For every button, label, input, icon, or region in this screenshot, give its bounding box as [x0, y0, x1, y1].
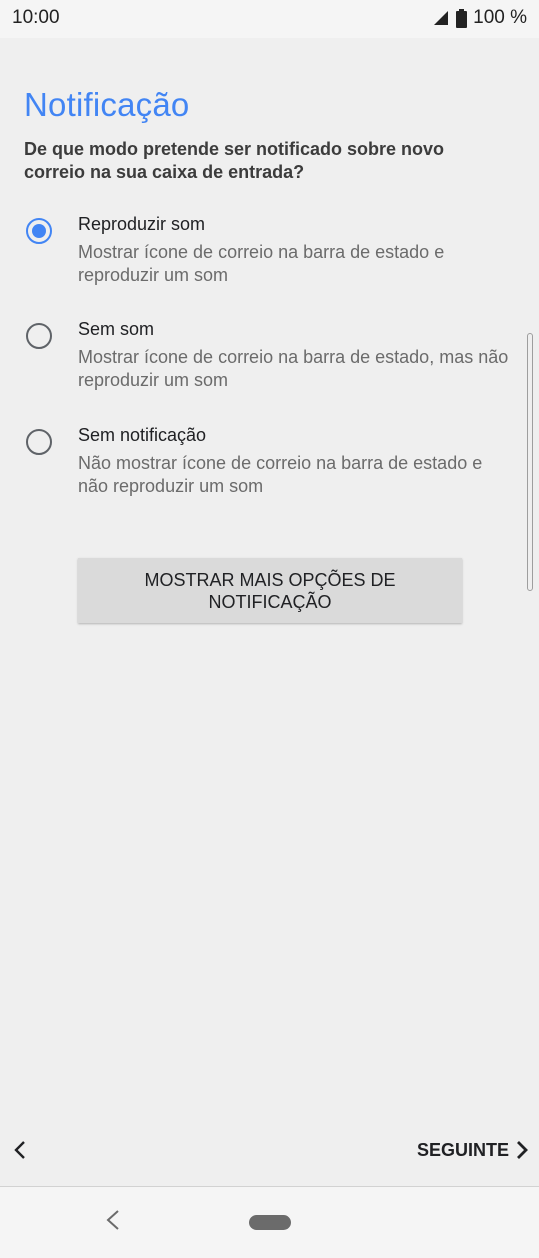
next-button[interactable]: SEGUINTE	[417, 1136, 529, 1164]
status-icons: 100 %	[432, 7, 527, 29]
next-label: SEGUINTE	[416, 1139, 509, 1160]
status-time: 10:00	[12, 7, 60, 28]
option-label: Sem notificação	[78, 425, 207, 445]
option-description: Não mostrar ícone de correio na barra de…	[78, 453, 483, 496]
system-home-icon[interactable]	[249, 1215, 291, 1230]
radio-checked-icon[interactable]	[26, 218, 52, 244]
system-back-icon[interactable]	[100, 1207, 126, 1233]
signal-icon	[432, 10, 450, 26]
status-bar: 10:00 100 %	[0, 0, 539, 38]
scrollbar[interactable]	[527, 333, 533, 591]
option-label: Reproduzir som	[78, 214, 206, 234]
option-description: Mostrar ícone de correio na barra de est…	[78, 347, 509, 390]
more-options-button[interactable]: MOSTRAR MAIS OPÇÕES DE NOTIFICAÇÃO	[78, 558, 462, 623]
radio-unchecked-icon[interactable]	[26, 429, 52, 455]
option-reproduzir-som[interactable]: Reproduzir som Mostrar ícone de correio …	[24, 214, 514, 304]
back-button[interactable]	[6, 1136, 34, 1164]
battery-percent: 100 %	[473, 7, 527, 28]
option-sem-notificacao[interactable]: Sem notificação Não mostrar ícone de cor…	[24, 425, 514, 515]
battery-icon	[456, 8, 468, 28]
option-description: Mostrar ícone de correio na barra de est…	[78, 242, 445, 285]
chevron-left-icon	[14, 1141, 25, 1159]
page-title: Notificação	[24, 86, 190, 123]
chevron-right-icon	[517, 1141, 528, 1159]
option-sem-som[interactable]: Sem som Mostrar ícone de correio na barr…	[24, 319, 514, 409]
option-label: Sem som	[78, 319, 155, 339]
system-navigation-bar	[0, 1187, 539, 1258]
page-subtitle: De que modo pretende ser notificado sobr…	[24, 139, 445, 182]
radio-unchecked-icon[interactable]	[26, 323, 52, 349]
